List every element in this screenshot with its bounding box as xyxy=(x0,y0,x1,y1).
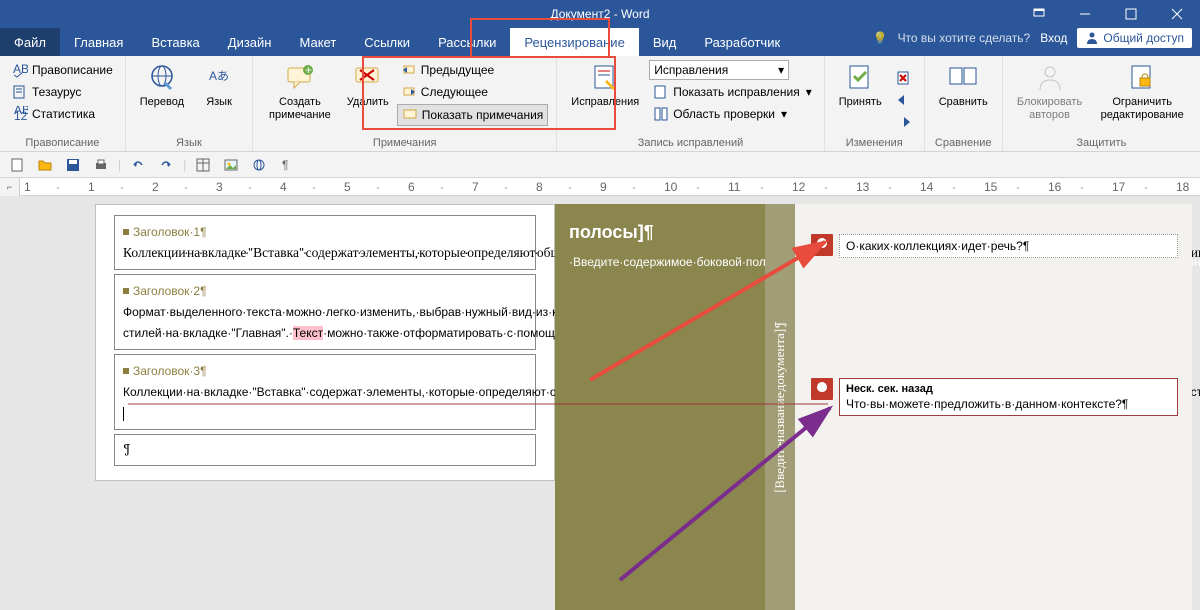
group-tracking: Исправления Исправления▾ Показать исправ… xyxy=(557,56,824,151)
svg-text:¶: ¶ xyxy=(282,158,288,172)
show-comments-button[interactable]: Показать примечания xyxy=(397,104,549,126)
new-comment-button[interactable]: +Создать примечание xyxy=(261,60,339,124)
ribbon-tabs: Файл Главная Вставка Дизайн Макет Ссылки… xyxy=(0,28,1200,56)
sidebar-body: ·Введите·содержимое·боковой·полосы.·Боко… xyxy=(569,250,751,274)
prev-change-button[interactable] xyxy=(892,90,916,110)
horizontal-ruler[interactable]: ⌐ 1·1·2·3·4·5·6·7·8·9·10·11·12·13·14·15·… xyxy=(0,178,1200,196)
paragraph-2: Формат·выделенного·текста·можно·легко·из… xyxy=(123,302,527,345)
comment-1[interactable]: О·каких·коллекциях·идет·речь?¶ xyxy=(839,234,1178,258)
print-icon[interactable] xyxy=(90,155,112,175)
vertical-label[interactable]: [Введите·название·документа]¶ xyxy=(765,204,795,610)
title-bar: Документ2 - Word xyxy=(0,0,1200,28)
highlighted-text: Текст xyxy=(293,326,323,340)
minimize-button[interactable] xyxy=(1062,0,1108,28)
compare-button[interactable]: Сравнить xyxy=(933,60,994,111)
group-comments: +Создать примечание Удалить Предыдущее С… xyxy=(253,56,557,151)
paragraph-3: Коллекции·на·вкладке·"Вставка"·содержат·… xyxy=(123,382,527,425)
track-changes-button[interactable]: Исправления xyxy=(565,60,645,111)
tab-insert[interactable]: Вставка xyxy=(137,28,213,56)
login-link[interactable]: Вход xyxy=(1040,31,1067,45)
new-doc-icon[interactable] xyxy=(6,155,28,175)
reject-button[interactable] xyxy=(892,68,916,88)
accept-button[interactable]: Принять xyxy=(833,60,888,111)
restrict-editing-button[interactable]: Ограничить редактирование xyxy=(1092,60,1192,124)
language-button[interactable]: AあЯзык xyxy=(194,60,244,111)
heading-3: Заголовок·3¶ xyxy=(123,361,527,380)
group-proofing: ABCПравописание Тезаурус ABC123Статистик… xyxy=(0,56,126,151)
spelling-button[interactable]: ABCПравописание xyxy=(8,60,117,80)
block-authors-button[interactable]: Блокировать авторов xyxy=(1011,60,1089,124)
tab-references[interactable]: Ссылки xyxy=(350,28,424,56)
tab-review[interactable]: Рецензирование xyxy=(510,28,638,56)
display-for-review-dropdown[interactable]: Исправления▾ xyxy=(649,60,789,80)
page[interactable]: Заголовок·1¶ Коллекции·на·вкладке·"Встав… xyxy=(95,204,555,481)
table-icon[interactable] xyxy=(192,155,214,175)
group-changes: Принять Изменения xyxy=(825,56,925,151)
group-protect: Блокировать авторов Ограничить редактиро… xyxy=(1003,56,1200,151)
prev-comment-button[interactable]: Предыдущее xyxy=(397,60,549,80)
undo-icon[interactable] xyxy=(127,155,149,175)
svg-text:Aあ: Aあ xyxy=(209,69,229,83)
sidebar-column[interactable]: полосы]¶ ·Введите·содержимое·боковой·пол… xyxy=(555,204,765,610)
show-markup-button[interactable]: Показать исправления▾ xyxy=(649,82,816,102)
paragraph-icon[interactable]: ¶ xyxy=(276,155,298,175)
tab-file[interactable]: Файл xyxy=(0,28,60,56)
avatar-icon xyxy=(811,378,833,400)
tab-design[interactable]: Дизайн xyxy=(214,28,286,56)
comments-pane: О·каких·коллекциях·идет·речь?¶ Неск. сек… xyxy=(795,204,1192,610)
comment-2[interactable]: Неск. сек. назад Что·вы·можете·предложит… xyxy=(839,378,1178,416)
tab-mailings[interactable]: Рассылки xyxy=(424,28,510,56)
redo-icon[interactable] xyxy=(155,155,177,175)
delete-comment-button[interactable]: Удалить xyxy=(343,60,393,111)
picture-icon[interactable] xyxy=(220,155,242,175)
heading-1: Заголовок·1¶ xyxy=(123,222,527,241)
link-icon[interactable] xyxy=(248,155,270,175)
translate-button[interactable]: Перевод xyxy=(134,60,190,111)
quick-access-toolbar: | | ¶ xyxy=(0,152,1200,178)
window-title: Документ2 - Word xyxy=(550,7,649,21)
comment-meta: Неск. сек. назад xyxy=(846,383,1171,395)
share-button[interactable]: Общий доступ xyxy=(1077,28,1192,48)
maximize-button[interactable] xyxy=(1108,0,1154,28)
close-button[interactable] xyxy=(1154,0,1200,28)
tell-me-input[interactable]: Что вы хотите сделать? xyxy=(898,31,1031,45)
ribbon: ABCПравописание Тезаурус ABC123Статистик… xyxy=(0,56,1200,152)
statistics-button[interactable]: ABC123Статистика xyxy=(8,104,117,124)
paragraph-1: Коллекции·на·вкладке·"Вставка"·содержат·… xyxy=(123,243,527,265)
document-area: Заголовок·1¶ Коллекции·на·вкладке·"Встав… xyxy=(0,196,1200,610)
thesaurus-button[interactable]: Тезаурус xyxy=(8,82,117,102)
group-language: Перевод AあЯзык Язык xyxy=(126,56,253,151)
tab-home[interactable]: Главная xyxy=(60,28,137,56)
next-change-button[interactable] xyxy=(892,112,916,132)
avatar-icon xyxy=(811,234,833,256)
group-compare: Сравнить Сравнение xyxy=(925,56,1003,151)
tab-developer[interactable]: Разработчик xyxy=(690,28,794,56)
tab-layout[interactable]: Макет xyxy=(285,28,350,56)
reviewing-pane-button[interactable]: Область проверки▾ xyxy=(649,104,816,124)
empty-paragraph: ¶ xyxy=(123,439,527,461)
ruler-corner: ⌐ xyxy=(0,178,20,196)
save-icon[interactable] xyxy=(62,155,84,175)
heading-2: Заголовок·2¶ xyxy=(123,281,527,300)
tab-view[interactable]: Вид xyxy=(639,28,691,56)
sidebar-title: полосы]¶ xyxy=(569,214,751,250)
next-comment-button[interactable]: Следующее xyxy=(397,82,549,102)
open-icon[interactable] xyxy=(34,155,56,175)
svg-text:123: 123 xyxy=(14,109,28,122)
comment-text: О·каких·коллекциях·идет·речь?¶ xyxy=(846,239,1171,253)
svg-text:+: + xyxy=(305,63,312,77)
ribbon-options-icon[interactable] xyxy=(1016,0,1062,28)
comment-text: Что·вы·можете·предложить·в·данном·контек… xyxy=(846,397,1171,411)
